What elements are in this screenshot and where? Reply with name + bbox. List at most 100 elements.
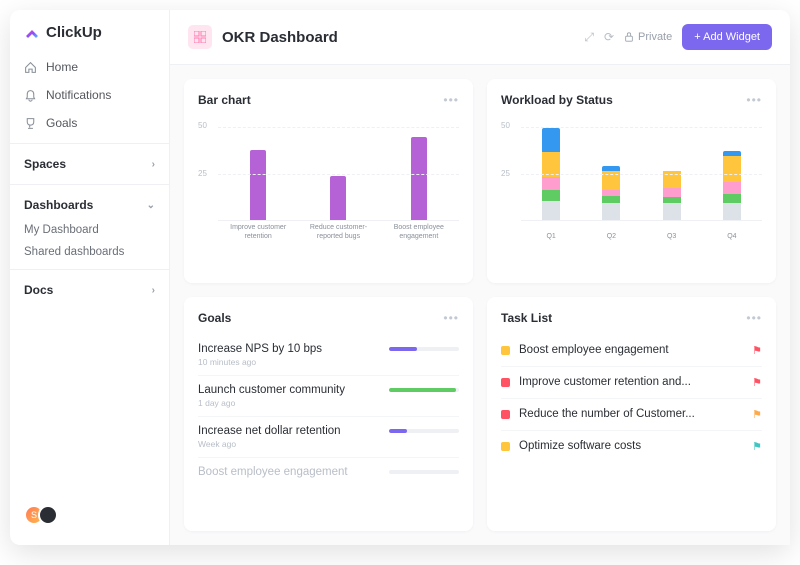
segment xyxy=(663,203,681,220)
expand-icon[interactable]: ⤢ xyxy=(584,30,594,45)
dashboard-content: Bar chart ••• 50 25 Improve customer ret… xyxy=(170,65,790,545)
x-label: Boost employee engagement xyxy=(389,224,449,241)
y-tick: 50 xyxy=(501,121,510,130)
card-bar-chart: Bar chart ••• 50 25 Improve customer ret… xyxy=(184,79,473,283)
bar xyxy=(411,137,427,220)
stacked-bar xyxy=(602,166,620,220)
stacked-bar xyxy=(542,128,560,220)
goal-row[interactable]: Increase NPS by 10 bps 10 minutes ago xyxy=(198,335,459,376)
stacked-bar xyxy=(723,151,741,221)
avatar[interactable] xyxy=(38,505,58,525)
flag-icon: ⚑ xyxy=(752,344,762,357)
sidebar-section-docs[interactable]: Docs › xyxy=(10,276,169,304)
sidebar-item-goals[interactable]: Goals xyxy=(10,109,169,137)
sidebar-sub-label: Shared dashboards xyxy=(24,246,124,258)
task-row[interactable]: Optimize software costs ⚑ xyxy=(501,431,762,462)
divider xyxy=(10,184,169,185)
home-icon xyxy=(24,61,37,74)
sidebar: ClickUp Home Notifications Goals Spaces … xyxy=(10,10,170,545)
goal-name: Increase NPS by 10 bps xyxy=(198,343,322,355)
segment xyxy=(542,190,560,201)
status-square xyxy=(501,378,510,387)
goal-row[interactable]: Boost employee engagement xyxy=(198,458,459,486)
segment xyxy=(723,182,741,193)
card-tasks: Task List ••• Boost employee engagement ⚑… xyxy=(487,297,776,532)
segment xyxy=(602,196,620,204)
dashboard-icon xyxy=(188,25,212,49)
task-name: Optimize software costs xyxy=(519,440,641,452)
more-icon[interactable]: ••• xyxy=(746,93,762,107)
brand-name: ClickUp xyxy=(46,24,102,41)
more-icon[interactable]: ••• xyxy=(443,311,459,325)
task-row[interactable]: Boost employee engagement ⚑ xyxy=(501,335,762,367)
page-title: OKR Dashboard xyxy=(222,29,574,46)
goal-name: Increase net dollar retention xyxy=(198,425,341,437)
more-icon[interactable]: ••• xyxy=(443,93,459,107)
goal-row[interactable]: Launch customer community1 day ago xyxy=(198,376,459,417)
section-label: Docs xyxy=(24,283,53,297)
segment xyxy=(602,203,620,220)
progress-bar xyxy=(389,429,459,433)
x-label: Improve customer retention xyxy=(228,224,288,241)
privacy-toggle[interactable]: Private xyxy=(624,31,672,43)
task-row[interactable]: Improve customer retention and... ⚑ xyxy=(501,367,762,399)
goal-name: Boost employee engagement xyxy=(198,466,348,478)
segment xyxy=(542,177,560,190)
sidebar-sub-my-dashboard[interactable]: My Dashboard xyxy=(10,219,169,241)
card-title: Task List xyxy=(501,311,552,325)
sidebar-item-label: Home xyxy=(46,60,78,74)
sidebar-section-spaces[interactable]: Spaces › xyxy=(10,150,169,178)
task-name: Boost employee engagement xyxy=(519,344,669,356)
card-title: Goals xyxy=(198,311,231,325)
more-icon[interactable]: ••• xyxy=(746,311,762,325)
brand-logo[interactable]: ClickUp xyxy=(10,24,169,53)
chevron-right-icon: › xyxy=(152,159,155,170)
flag-icon: ⚑ xyxy=(752,408,762,421)
progress-bar xyxy=(389,470,459,474)
goal-time: 10 minutes ago xyxy=(198,357,459,367)
add-widget-button[interactable]: + Add Widget xyxy=(682,24,772,50)
segment xyxy=(723,156,741,182)
x-label: Q2 xyxy=(581,233,641,241)
sidebar-item-label: Goals xyxy=(46,116,77,130)
segment xyxy=(723,203,741,220)
task-name: Improve customer retention and... xyxy=(519,376,691,388)
bar xyxy=(330,176,346,220)
sidebar-item-home[interactable]: Home xyxy=(10,53,169,81)
stacked-chart: 50 25 Q1Q2Q3Q4 xyxy=(501,117,762,237)
segment xyxy=(663,171,681,188)
main: OKR Dashboard ⤢ ⟳ Private + Add Widget B… xyxy=(170,10,790,545)
section-label: Dashboards xyxy=(24,198,93,212)
status-square xyxy=(501,346,510,355)
goal-row[interactable]: Increase net dollar retention Week ago xyxy=(198,417,459,458)
flag-icon: ⚑ xyxy=(752,376,762,389)
goal-name: Launch customer community xyxy=(198,384,345,396)
privacy-label: Private xyxy=(638,31,672,43)
y-tick: 50 xyxy=(198,121,207,130)
card-goals: Goals ••• Increase NPS by 10 bps 10 minut… xyxy=(184,297,473,532)
app-window: ClickUp Home Notifications Goals Spaces … xyxy=(10,10,790,545)
sidebar-sub-shared-dashboards[interactable]: Shared dashboards xyxy=(10,241,169,263)
progress-bar xyxy=(389,388,459,392)
sidebar-section-dashboards[interactable]: Dashboards ⌄ xyxy=(10,191,169,219)
flag-icon: ⚑ xyxy=(752,440,762,453)
card-title: Bar chart xyxy=(198,93,251,107)
trophy-icon xyxy=(24,117,37,130)
x-label: Q1 xyxy=(521,233,581,241)
card-title: Workload by Status xyxy=(501,93,613,107)
segment xyxy=(663,188,681,197)
refresh-icon[interactable]: ⟳ xyxy=(604,30,614,44)
lock-icon xyxy=(624,32,634,42)
task-row[interactable]: Reduce the number of Customer...⚑ xyxy=(501,399,762,431)
bell-icon xyxy=(24,89,37,102)
header: OKR Dashboard ⤢ ⟳ Private + Add Widget xyxy=(170,10,790,65)
clickup-icon xyxy=(24,25,40,41)
y-tick: 25 xyxy=(198,169,207,178)
x-label: Q4 xyxy=(702,233,762,241)
status-square xyxy=(501,442,510,451)
card-workload: Workload by Status ••• 50 25 Q1Q2Q3Q4 xyxy=(487,79,776,283)
sidebar-item-notifications[interactable]: Notifications xyxy=(10,81,169,109)
goal-time: Week ago xyxy=(198,439,459,449)
segment xyxy=(542,128,560,152)
presence-avatars[interactable]: S xyxy=(10,495,169,535)
